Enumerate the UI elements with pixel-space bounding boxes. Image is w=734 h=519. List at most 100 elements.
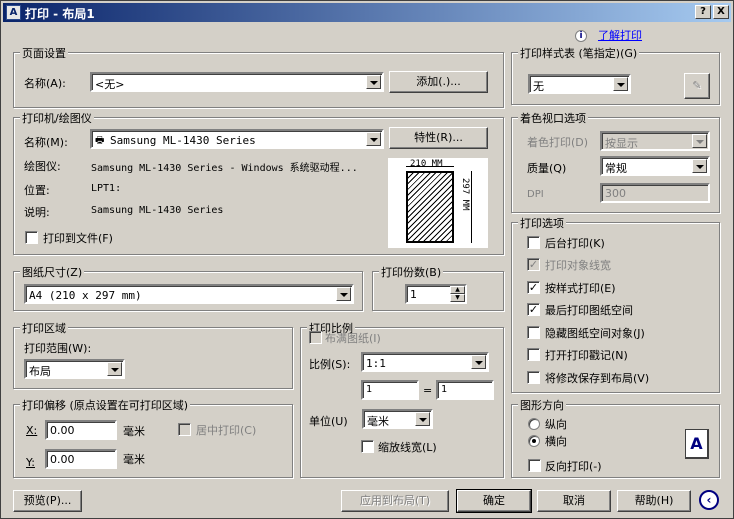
paper-hatch xyxy=(406,171,454,243)
printer-properties-button[interactable]: 特性(R)... xyxy=(389,127,488,149)
help-title-button[interactable]: ? xyxy=(695,5,711,19)
paper-size-combo[interactable]: A4 (210 x 297 mm) xyxy=(24,284,354,304)
preview-button[interactable]: 预览(P)... xyxy=(13,490,82,512)
save-changes-to-layout-label: 将修改保存到布局(V) xyxy=(545,372,650,385)
edit-plot-style-button[interactable]: ✎ xyxy=(684,73,710,99)
hide-paperspace-objects-label: 隐藏图纸空间对象(J) xyxy=(545,327,645,340)
chevron-down-icon[interactable] xyxy=(415,412,430,426)
orientation-title: 图形方向 xyxy=(518,397,566,413)
printer-icon: 🖶 xyxy=(95,135,105,146)
dpi-input[interactable]: 300 xyxy=(600,183,710,203)
apply-to-layout-button[interactable]: 应用到布局(T) xyxy=(341,490,449,512)
plot-options-group: 打印选项 后台打印(K) ✓ 打印对象线宽 ✓ 按样式打印(E) ✓ 最后打印图… xyxy=(511,215,720,393)
cancel-button[interactable]: 取消 xyxy=(537,490,611,512)
page-setup-name-label: 名称(A): xyxy=(24,77,66,90)
plot-paperspace-last-checkbox[interactable]: ✓ xyxy=(527,303,540,316)
offset-y-unit: 毫米 xyxy=(123,453,145,466)
page-setup-group: 页面设置 名称(A): <无> 添加(.)... xyxy=(13,45,504,108)
plotter-label: 绘图仪: xyxy=(24,160,61,173)
fit-to-paper-checkbox[interactable] xyxy=(309,331,322,344)
plot-offset-title: 打印偏移 (原点设置在可打印区域) xyxy=(20,397,191,413)
chevron-down-icon[interactable] xyxy=(366,75,381,89)
scale-lineweights-label: 缩放线宽(L) xyxy=(378,441,437,454)
shaded-viewport-group: 着色视口选项 着色打印(D) 按显示 质量(Q) 常规 DPI 300 xyxy=(511,110,720,213)
plot-area-group: 打印区域 打印范围(W): 布局 xyxy=(13,320,293,389)
plot-style-combo[interactable]: 无 xyxy=(528,74,631,94)
spin-down-icon[interactable]: ▼ xyxy=(450,294,465,302)
chevron-down-icon[interactable] xyxy=(366,132,381,146)
paper-width-label: 210 MM xyxy=(410,159,443,169)
description-value: Samsung ML-1430 Series xyxy=(91,205,224,216)
shade-plot-label: 着色打印(D) xyxy=(527,136,589,149)
info-icon: i xyxy=(575,30,587,42)
quality-label: 质量(Q) xyxy=(527,162,567,175)
description-label: 说明: xyxy=(24,206,50,219)
save-changes-to-layout-checkbox[interactable] xyxy=(527,371,540,384)
landscape-radio[interactable] xyxy=(528,435,540,447)
learn-plot-link[interactable]: 了解打印 xyxy=(598,27,642,43)
plot-lineweights-label: 打印对象线宽 xyxy=(545,259,611,272)
plot-with-styles-checkbox[interactable]: ✓ xyxy=(527,281,540,294)
title-bar[interactable]: A 打印 - 布局1 ? X xyxy=(3,3,731,22)
plot-style-table-title: 打印样式表 (笔指定)(G) xyxy=(518,45,640,61)
scale-numerator-input[interactable]: 1 xyxy=(361,380,419,400)
chevron-down-icon[interactable] xyxy=(692,159,707,173)
plot-range-combo[interactable]: 布局 xyxy=(24,359,125,379)
plot-style-table-group: 打印样式表 (笔指定)(G) 无 ✎ xyxy=(511,45,720,105)
dpi-label: DPI xyxy=(527,189,544,200)
center-plot-checkbox[interactable] xyxy=(178,423,191,436)
spin-up-icon[interactable]: ▲ xyxy=(450,286,465,294)
page-setup-name-combo[interactable]: <无> xyxy=(90,72,384,92)
plot-lineweights-checkbox[interactable]: ✓ xyxy=(527,258,540,271)
print-to-file-checkbox[interactable] xyxy=(25,231,38,244)
help-button[interactable]: 帮助(H) xyxy=(617,490,691,512)
plotter-value: Samsung ML-1430 Series - Windows 系统驱动程..… xyxy=(91,163,358,174)
plot-paperspace-last-label: 最后打印图纸空间 xyxy=(545,304,633,317)
printer-title: 打印机/绘图仪 xyxy=(20,110,94,126)
plot-options-title: 打印选项 xyxy=(518,215,566,231)
add-page-setup-button[interactable]: 添加(.)... xyxy=(389,71,488,93)
scale-lineweights-checkbox[interactable] xyxy=(361,440,374,453)
scale-combo[interactable]: 1:1 xyxy=(361,352,489,372)
offset-x-unit: 毫米 xyxy=(123,425,145,438)
autocad-a-icon: A xyxy=(6,5,21,20)
scale-equals: = xyxy=(423,384,433,397)
chevron-down-icon[interactable] xyxy=(336,287,351,301)
offset-y-label: Y: xyxy=(26,456,35,469)
width-dimension-line xyxy=(406,166,454,167)
shade-plot-combo[interactable]: 按显示 xyxy=(600,131,710,151)
collapse-chevron-left-icon[interactable]: ‹ xyxy=(699,490,719,510)
offset-x-label: X: xyxy=(26,424,38,437)
location-label: 位置: xyxy=(24,184,50,197)
offset-x-input[interactable]: 0.00 xyxy=(45,420,117,440)
ok-button[interactable]: 确定 xyxy=(456,489,532,513)
portrait-radio[interactable] xyxy=(528,418,540,430)
background-plot-checkbox[interactable] xyxy=(527,236,540,249)
chevron-down-icon[interactable] xyxy=(107,362,122,376)
offset-y-input[interactable]: 0.00 xyxy=(45,449,117,469)
printer-name-combo[interactable]: 🖶 Samsung ML-1430 Series xyxy=(90,129,384,149)
scale-denominator-input[interactable]: 1 xyxy=(436,380,494,400)
fit-to-paper-label: 布满图纸(I) xyxy=(325,332,381,345)
plot-stamp-checkbox[interactable] xyxy=(527,348,540,361)
print-to-file-label: 打印到文件(F) xyxy=(43,232,113,245)
page-setup-title: 页面设置 xyxy=(20,45,68,61)
plot-range-label: 打印范围(W): xyxy=(24,342,92,355)
units-combo[interactable]: 毫米 xyxy=(362,409,433,429)
portrait-label: 纵向 xyxy=(545,418,567,431)
chevron-down-icon[interactable] xyxy=(692,134,707,148)
plot-scale-group: 打印比例 布满图纸(I) 比例(S): 1:1 1 = 1 单位(U) 毫米 缩… xyxy=(300,320,504,478)
window-title: 打印 - 布局1 xyxy=(25,7,95,21)
copies-spinner[interactable]: ▲ ▼ xyxy=(450,286,465,302)
plot-upside-down-checkbox[interactable] xyxy=(528,459,541,472)
units-label: 单位(U) xyxy=(309,415,348,428)
chevron-down-icon[interactable] xyxy=(471,355,486,369)
paper-size-title: 图纸尺寸(Z) xyxy=(20,264,85,280)
height-dimension-line xyxy=(471,171,472,243)
hide-paperspace-objects-checkbox[interactable] xyxy=(527,326,540,339)
quality-combo[interactable]: 常规 xyxy=(600,156,710,176)
center-plot-label: 居中打印(C) xyxy=(196,424,257,437)
chevron-down-icon[interactable] xyxy=(613,77,628,91)
close-button[interactable]: X xyxy=(713,5,729,19)
paper-size-group: 图纸尺寸(Z) A4 (210 x 297 mm) xyxy=(13,264,363,311)
